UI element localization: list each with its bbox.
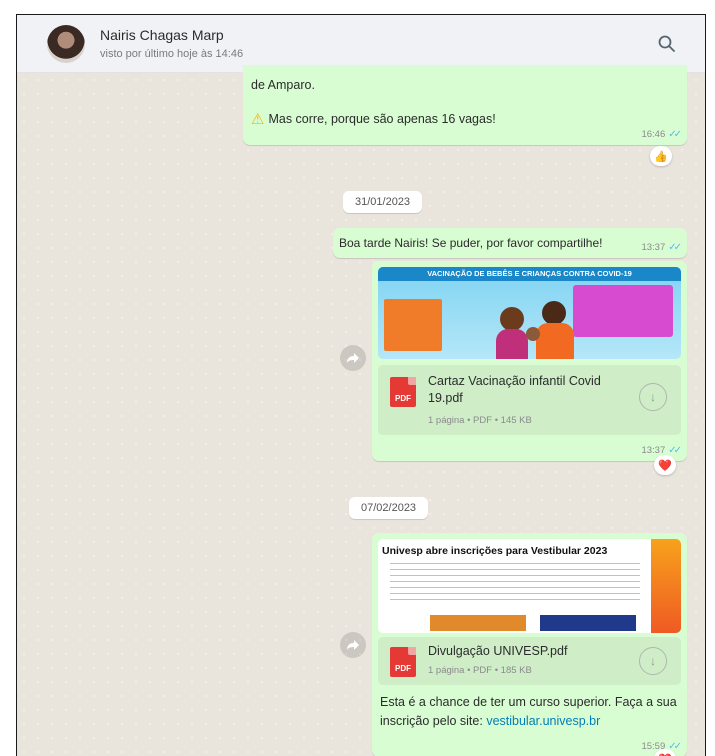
- document-name: Divulgação UNIVESP.pdf: [428, 644, 568, 658]
- poster-date-box: [540, 615, 636, 631]
- poster-family-illustration: [496, 301, 576, 359]
- download-icon[interactable]: ↓: [639, 383, 667, 411]
- poster-title: VACINAÇÃO DE BEBÊS E CRIANÇAS CONTRA COV…: [378, 267, 681, 281]
- document-attachment[interactable]: PDF Cartaz Vacinação infantil Covid 19.p…: [378, 365, 681, 435]
- poster-period-box: [430, 615, 526, 631]
- contact-name[interactable]: Nairis Chagas Marp: [100, 27, 224, 43]
- document-meta: 1 página • PDF • 185 KB: [428, 665, 532, 676]
- vestibular-link[interactable]: vestibular.univesp.br: [486, 714, 600, 728]
- read-receipt-icon: ✓✓: [668, 242, 682, 253]
- poster-orange-stripe: [651, 539, 681, 633]
- poster-pink-box: [573, 285, 673, 337]
- avatar[interactable]: [47, 25, 85, 63]
- message-list[interactable]: de Amparo. ⚠ Mas corre, porque são apena…: [17, 65, 705, 756]
- message-bubble[interactable]: de Amparo. ⚠ Mas corre, porque são apena…: [243, 65, 687, 145]
- poster-text-lines: [390, 563, 640, 603]
- message-bubble[interactable]: Univesp abre inscrições para Vestibular …: [372, 533, 687, 756]
- download-icon[interactable]: ↓: [639, 647, 667, 675]
- read-receipt-icon: ✓✓: [668, 445, 682, 456]
- message-bubble[interactable]: VACINAÇÃO DE BEBÊS E CRIANÇAS CONTRA COV…: [372, 261, 687, 461]
- message-bubble[interactable]: Boa tarde Nairis! Se puder, por favor co…: [333, 228, 687, 258]
- read-receipt-icon: ✓✓: [668, 129, 682, 140]
- poster-title: Univesp abre inscrições para Vestibular …: [382, 545, 608, 557]
- date-separator: 07/02/2023: [349, 497, 429, 519]
- document-name: Cartaz Vacinação infantil Covid 19.pdf: [428, 374, 601, 405]
- last-seen-status: visto por último hoje às 14:46: [100, 48, 244, 60]
- message-caption: Esta é a chance de ter um curso superior…: [380, 695, 677, 728]
- whatsapp-window: Nairis Chagas Marp visto por último hoje…: [16, 14, 706, 756]
- forward-icon[interactable]: [340, 632, 366, 658]
- warning-icon: ⚠: [251, 111, 265, 128]
- poster-orange-box: [384, 299, 442, 351]
- pdf-icon: PDF: [390, 647, 416, 677]
- search-icon[interactable]: [657, 34, 677, 54]
- warning-line: ⚠ Mas corre, porque são apenas 16 vagas!: [251, 111, 496, 128]
- date-separator: 31/01/2023: [343, 191, 423, 213]
- forward-icon[interactable]: [340, 345, 366, 371]
- poster-image[interactable]: Univesp abre inscrições para Vestibular …: [378, 539, 681, 633]
- document-meta: 1 página • PDF • 145 KB: [428, 415, 532, 426]
- poster-image[interactable]: VACINAÇÃO DE BEBÊS E CRIANÇAS CONTRA COV…: [378, 267, 681, 359]
- message-text: de Amparo.: [251, 78, 315, 92]
- reaction-badge[interactable]: ❤️: [654, 455, 676, 475]
- reaction-badge[interactable]: 👍: [650, 146, 672, 166]
- document-attachment[interactable]: PDF Divulgação UNIVESP.pdf 1 página • PD…: [378, 637, 681, 685]
- pdf-icon: PDF: [390, 377, 416, 407]
- message-text: Boa tarde Nairis! Se puder, por favor co…: [339, 236, 603, 250]
